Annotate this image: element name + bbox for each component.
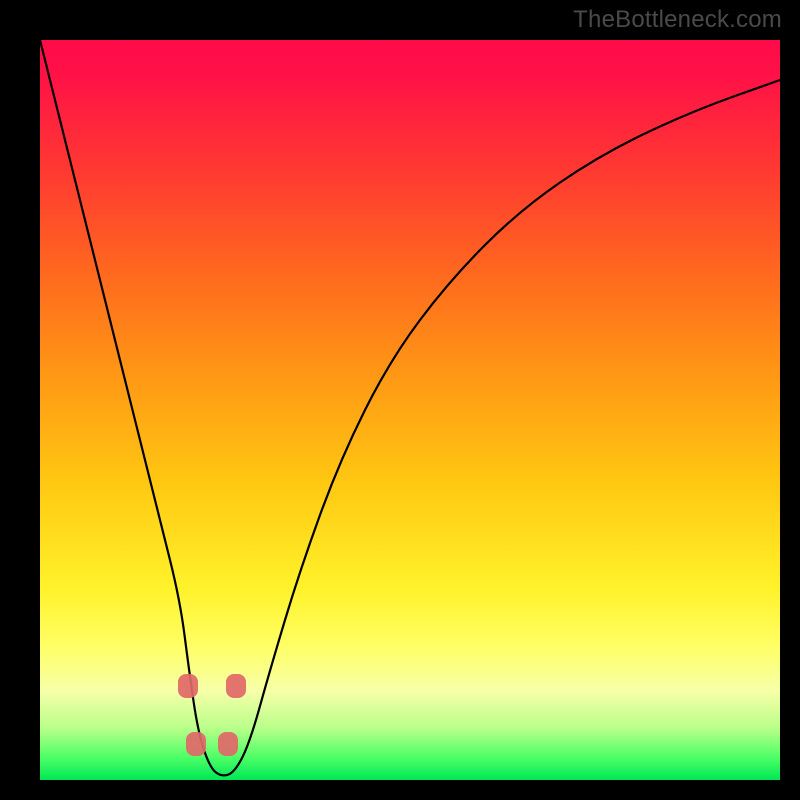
curve-marker [178, 674, 198, 698]
watermark-text: TheBottleneck.com [573, 6, 782, 34]
curve-marker [186, 732, 206, 756]
chart-stage: TheBottleneck.com [0, 0, 800, 800]
curve-svg [40, 40, 780, 780]
bottleneck-curve [40, 40, 780, 775]
plot-area [40, 40, 780, 780]
curve-marker [218, 732, 238, 756]
curve-marker [226, 674, 246, 698]
